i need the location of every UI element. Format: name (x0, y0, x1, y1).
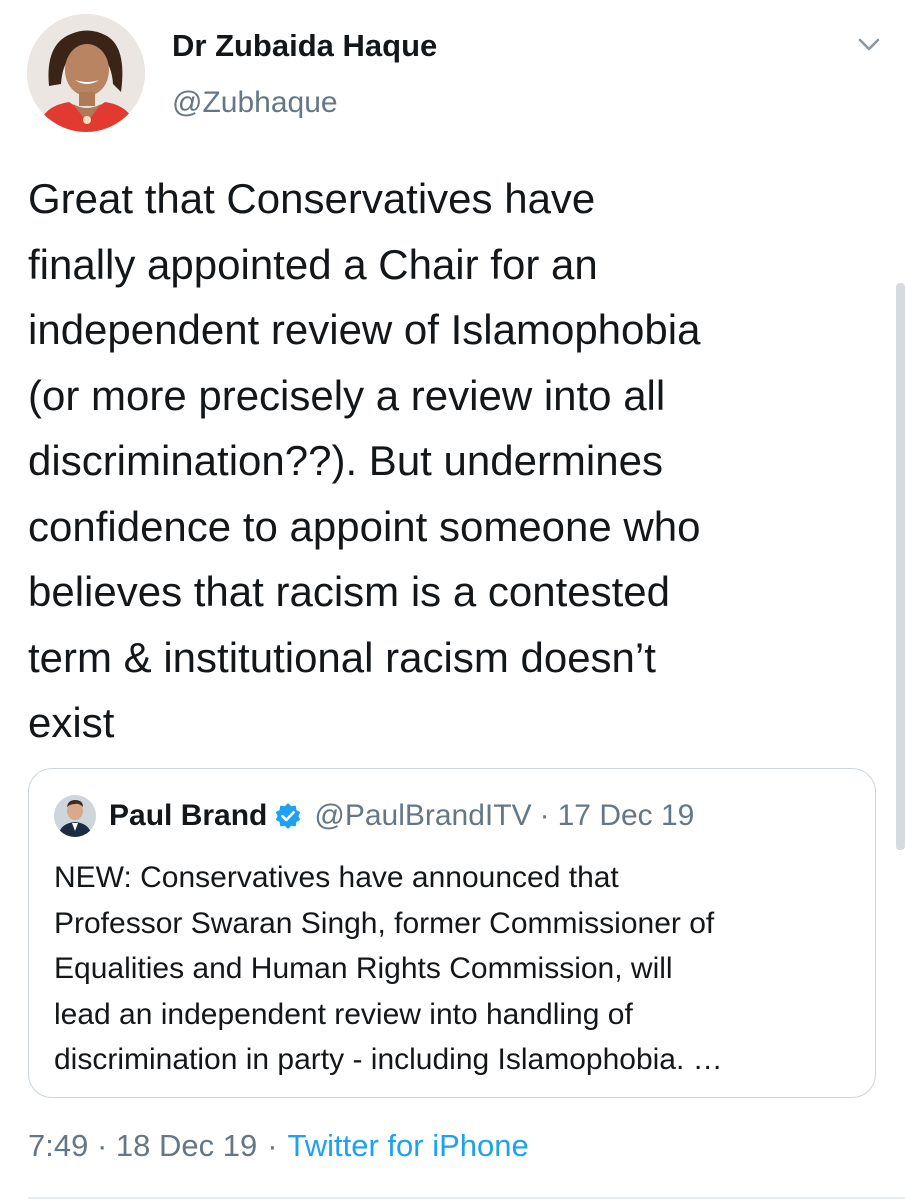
tweet: Dr Zubaida Haque @Zubhaque Great that Co… (0, 0, 905, 1200)
quoted-separator: · (539, 799, 550, 832)
author-handle[interactable]: @Zubhaque (172, 86, 338, 120)
tweet-text: Great that Conservatives have finally ap… (28, 175, 701, 746)
quoted-author-avatar (54, 795, 96, 837)
footer-separator: · (267, 1128, 278, 1163)
quoted-tweet-card[interactable]: Paul Brand @PaulBrandITV · 17 Dec 19 NEW… (28, 768, 876, 1098)
tweet-footer: 7:49 · 18 Dec 19 · Twitter for iPhone (28, 1124, 529, 1168)
quoted-tweet-text: NEW: Conservatives have announced that P… (54, 861, 723, 1076)
tweet-source-link[interactable]: Twitter for iPhone (288, 1128, 529, 1164)
chevron-down-icon[interactable] (852, 32, 886, 58)
quoted-handle: @PaulBrandITV (314, 799, 532, 832)
scroll-indicator[interactable] (896, 283, 905, 850)
author-display-name[interactable]: Dr Zubaida Haque (172, 28, 437, 64)
quoted-date: 17 Dec 19 (557, 799, 695, 832)
author-avatar[interactable] (27, 14, 145, 132)
quoted-tweet-header: Paul Brand @PaulBrandITV · 17 Dec 19 (109, 795, 694, 837)
quoted-display-name: Paul Brand (109, 799, 268, 832)
verified-badge-icon (274, 802, 302, 830)
tweet-timestamp[interactable]: 7:49 · 18 Dec 19 (28, 1128, 257, 1164)
divider (28, 1197, 905, 1199)
